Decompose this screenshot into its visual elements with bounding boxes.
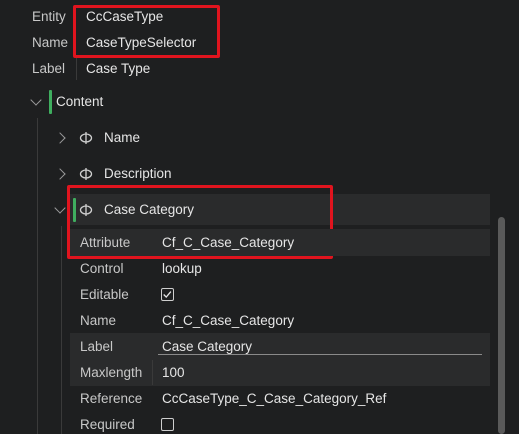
label-input-underline <box>158 354 482 355</box>
child-name-chevron-right-icon[interactable] <box>54 132 66 144</box>
maxlength-label: Maxlength <box>80 365 143 380</box>
label-label: Label <box>32 61 66 76</box>
reference-label: Reference <box>80 391 143 406</box>
name-prop-label: Name <box>80 313 117 328</box>
required-checkbox[interactable] <box>161 418 174 431</box>
nested-tree-guide <box>61 226 62 434</box>
child-description-label[interactable]: Description <box>104 166 172 181</box>
content-chevron-down-icon[interactable] <box>30 94 42 106</box>
reference-value[interactable]: CcCaseType_C_Case_Category_Ref <box>162 391 386 406</box>
content-accent-bar <box>49 90 52 114</box>
editable-label: Editable <box>80 287 129 302</box>
control-label: Control <box>80 261 124 276</box>
label-separator <box>76 58 77 80</box>
content-label[interactable]: Content <box>56 94 103 109</box>
label-prop-label: Label <box>80 339 114 354</box>
check-icon <box>163 291 172 298</box>
entity-label: Entity <box>32 9 66 24</box>
maxlength-value[interactable]: 100 <box>162 365 185 380</box>
field-icon <box>79 132 93 144</box>
attribute-value[interactable]: Cf_C_Case_Category <box>162 235 294 250</box>
attribute-label: Attribute <box>80 235 131 250</box>
label-prop-input[interactable]: Case Category <box>162 339 252 354</box>
vertical-scrollbar[interactable] <box>498 217 505 434</box>
label-row-bg <box>70 333 490 359</box>
tree-guide <box>37 118 38 434</box>
highlight-box-entity-name <box>73 5 220 58</box>
field-icon <box>79 168 93 180</box>
editable-checkbox[interactable] <box>161 288 174 301</box>
label-value: Case Type <box>86 61 151 76</box>
name-prop-value[interactable]: Cf_C_Case_Category <box>162 313 294 328</box>
control-value[interactable]: lookup <box>162 261 202 276</box>
required-label: Required <box>80 417 135 432</box>
child-description-chevron-right-icon[interactable] <box>54 168 66 180</box>
name-label: Name <box>32 35 69 50</box>
child-name-label[interactable]: Name <box>104 130 140 145</box>
case-category-chevron-down-icon[interactable] <box>54 202 66 214</box>
maxlength-separator <box>152 360 153 385</box>
